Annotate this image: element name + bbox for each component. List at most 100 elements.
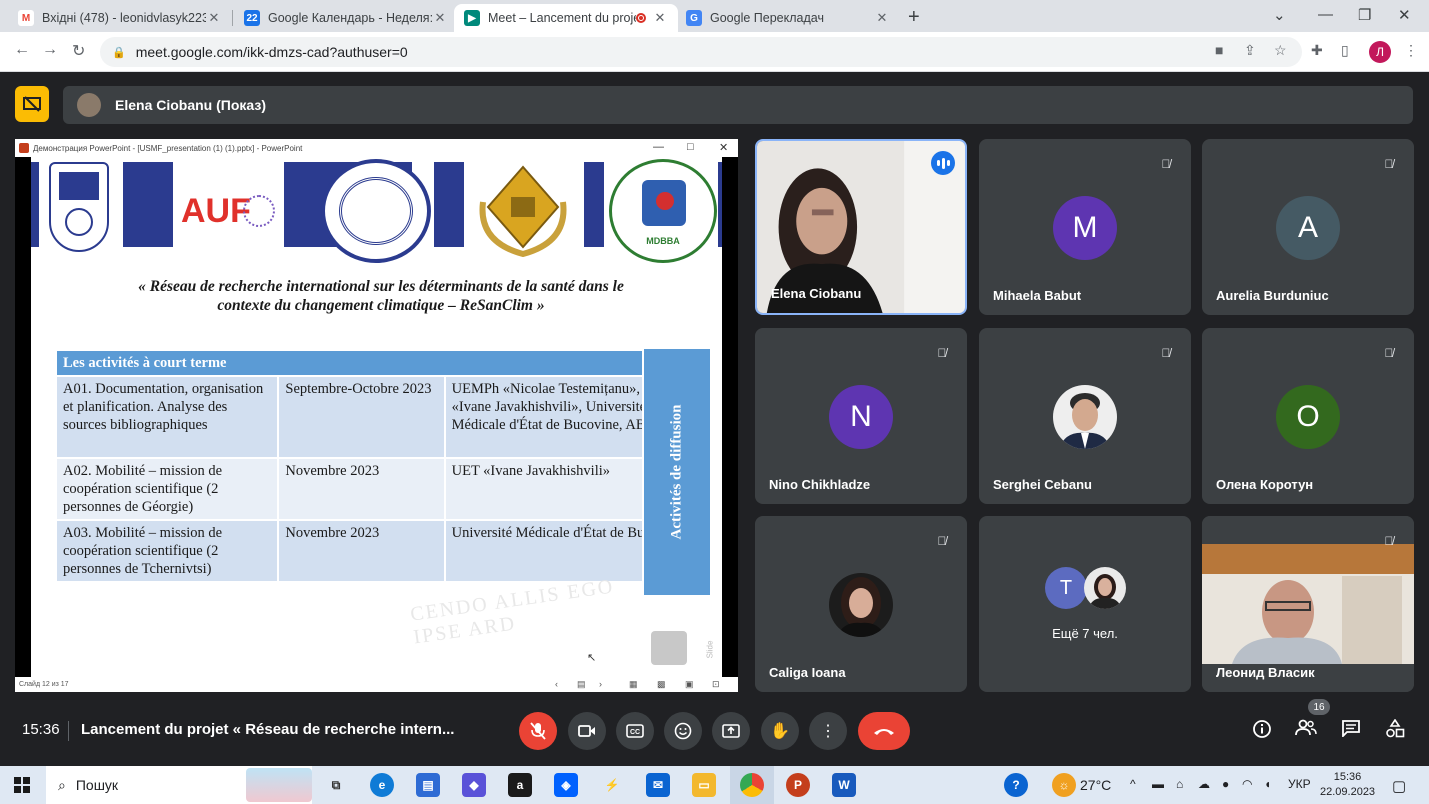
forward-icon[interactable]: → — [42, 41, 58, 59]
taskbar-clock[interactable]: 15:36 22.09.2023 — [1320, 770, 1375, 800]
share-icon[interactable]: ⇪ — [1244, 42, 1256, 59]
profile-avatar[interactable]: Л — [1369, 41, 1391, 63]
participant-tile[interactable]: 🎙̸ Caliga Ioana — [755, 516, 967, 692]
taskbar-search[interactable]: ⌕ Пошук — [46, 766, 312, 804]
dropbox-icon[interactable]: ◈ — [554, 773, 578, 797]
copilot-icon[interactable]: ◆ — [462, 773, 486, 797]
raise-hand-button[interactable]: ✋ — [761, 712, 799, 750]
participant-avatar: M — [1053, 196, 1117, 260]
participant-name: Олена Коротун — [1216, 477, 1314, 492]
activities-table: Les activités à court terme A01. Documen… — [54, 349, 696, 583]
close-tab-icon[interactable]: ✕ — [652, 10, 668, 26]
reactions-button[interactable] — [664, 712, 702, 750]
tab-gmail[interactable]: M Вхідні (478) - leonidvlasyk223@g ✕ — [8, 4, 232, 32]
chat-button[interactable] — [1341, 719, 1361, 742]
mdbba-logo: MDBBA — [609, 159, 717, 263]
new-tab-button[interactable]: + — [908, 6, 920, 29]
meeting-details-button[interactable] — [1252, 719, 1272, 744]
notifications-icon[interactable]: ▢ — [1392, 777, 1406, 795]
activities-button[interactable] — [1385, 718, 1405, 744]
battery-icon[interactable]: ▬ — [1152, 777, 1164, 791]
mic-toggle-button[interactable] — [519, 712, 557, 750]
close-tab-icon[interactable]: ✕ — [432, 10, 448, 26]
participant-tile[interactable]: 🎙̸ O Олена Коротун — [1202, 328, 1414, 504]
volume-icon[interactable]: ◖ — [1264, 777, 1271, 791]
device-icon[interactable]: ⌂ — [1176, 777, 1183, 791]
participant-avatar: N — [829, 385, 893, 449]
address-bar[interactable]: 🔒 meet.google.com/ikk-dmzs-cad?authuser=… — [100, 37, 1302, 67]
prev-slide-icon: ‹ — [555, 679, 558, 689]
close-tab-icon[interactable]: ✕ — [206, 10, 222, 26]
side-panel-icon[interactable]: ▯ — [1341, 42, 1349, 59]
onedrive-icon[interactable]: ☁ — [1198, 777, 1210, 791]
leave-call-button[interactable] — [858, 712, 910, 750]
table-row: A01. Documentation, organisation et plan… — [54, 375, 696, 459]
ppt-window-title: Демонстрация PowerPoint - [USMF_presenta… — [33, 143, 303, 153]
search-highlight-icon — [246, 768, 312, 802]
weather-icon[interactable]: ☼ — [1052, 773, 1076, 797]
microphone-icon[interactable]: ● — [1222, 777, 1229, 791]
search-placeholder: Пошук — [75, 777, 119, 793]
tab-meet[interactable]: ▶ Meet – Lancement du projet ✕ — [454, 4, 678, 32]
emoji-icon — [674, 722, 692, 740]
participant-photo — [1053, 385, 1117, 449]
camera-icon[interactable]: ■ — [1215, 42, 1223, 58]
stop-presenting-button[interactable] — [15, 86, 49, 122]
language-indicator[interactable]: УКР — [1288, 777, 1311, 791]
participant-tile[interactable]: 🎙̸ Serghei Cebanu — [979, 328, 1191, 504]
extensions-icon[interactable]: ✚ — [1311, 42, 1323, 59]
mic-off-icon: 🎙̸ — [937, 534, 947, 548]
lock-icon[interactable]: 🔒 — [112, 46, 126, 59]
participant-tile[interactable]: Elena Ciobanu — [755, 139, 967, 315]
reload-icon[interactable]: ↻ — [72, 41, 85, 61]
chrome-icon[interactable] — [740, 773, 764, 797]
shared-screen: Демонстрация PowerPoint - [USMF_presenta… — [15, 139, 738, 692]
participant-name: Леонид Власик — [1216, 665, 1315, 680]
tab-translate[interactable]: G Google Перекладач ✕ — [676, 4, 900, 32]
svg-text:CC: CC — [630, 729, 640, 736]
amazon-icon[interactable]: a — [508, 773, 532, 797]
minimize-button[interactable]: — — [1318, 6, 1333, 23]
participant-tile[interactable]: 🎙̸ Леонид Власик — [1202, 516, 1414, 692]
tab-calendar[interactable]: 22 Google Календарь - Неделя: 17 ✕ — [234, 4, 458, 32]
more-participants-tile[interactable]: T Ещё 7 чел. — [979, 516, 1191, 692]
captions-icon: CC — [626, 724, 644, 738]
back-icon[interactable]: ← — [14, 41, 30, 59]
tray-chevron-icon[interactable]: ^ — [1130, 777, 1136, 791]
present-button[interactable] — [712, 712, 750, 750]
camera-toggle-button[interactable] — [568, 712, 606, 750]
powerpoint-taskbar-icon[interactable]: P — [786, 773, 810, 797]
others-avatar-initial: T — [1045, 567, 1087, 609]
task-view-icon[interactable]: ⧉ — [324, 773, 348, 797]
bookmark-star-icon[interactable]: ☆ — [1274, 42, 1287, 59]
meet-icon: ▶ — [464, 10, 480, 26]
menu-dots-icon[interactable]: ⋮ — [1404, 42, 1418, 59]
presenter-name: Elena Ciobanu (Показ) — [115, 97, 266, 113]
mail-icon[interactable]: ✉ — [646, 773, 670, 797]
windows-start-icon[interactable] — [14, 777, 30, 793]
help-icon[interactable]: ? — [1004, 773, 1028, 797]
file-explorer-icon[interactable]: ▭ — [692, 773, 716, 797]
date-cell: Novembre 2023 — [277, 457, 446, 521]
close-tab-icon[interactable]: ✕ — [874, 10, 890, 26]
tab-search-icon[interactable]: ⌄ — [1273, 6, 1286, 24]
restore-button[interactable]: ❐ — [1358, 6, 1371, 24]
recording-icon — [636, 13, 646, 23]
wifi-icon[interactable]: ◠ — [1242, 777, 1252, 791]
gmail-icon: M — [18, 10, 34, 26]
participant-tile[interactable]: 🎙̸ M Mihaela Babut — [979, 139, 1191, 315]
close-window-button[interactable]: ✕ — [1398, 6, 1411, 24]
ppt-close-icon: ✕ — [719, 142, 729, 154]
browser-tab-strip: M Вхідні (478) - leonidvlasyk223@g ✕ 22 … — [0, 0, 1429, 32]
table-row: A02. Mobilité – mission de coopération s… — [54, 457, 696, 521]
word-icon[interactable]: W — [832, 773, 856, 797]
participant-name: Serghei Cebanu — [993, 477, 1092, 492]
participant-tile[interactable]: 🎙̸ A Aurelia Burduniuc — [1202, 139, 1414, 315]
people-button[interactable] — [1295, 719, 1317, 742]
store-icon[interactable]: ▤ — [416, 773, 440, 797]
participant-tile[interactable]: 🎙̸ N Nino Chikhladze — [755, 328, 967, 504]
flash-icon[interactable]: ⚡ — [600, 773, 624, 797]
edge-icon[interactable]: e — [370, 773, 394, 797]
more-options-button[interactable]: ⋮ — [809, 712, 847, 750]
captions-button[interactable]: CC — [616, 712, 654, 750]
